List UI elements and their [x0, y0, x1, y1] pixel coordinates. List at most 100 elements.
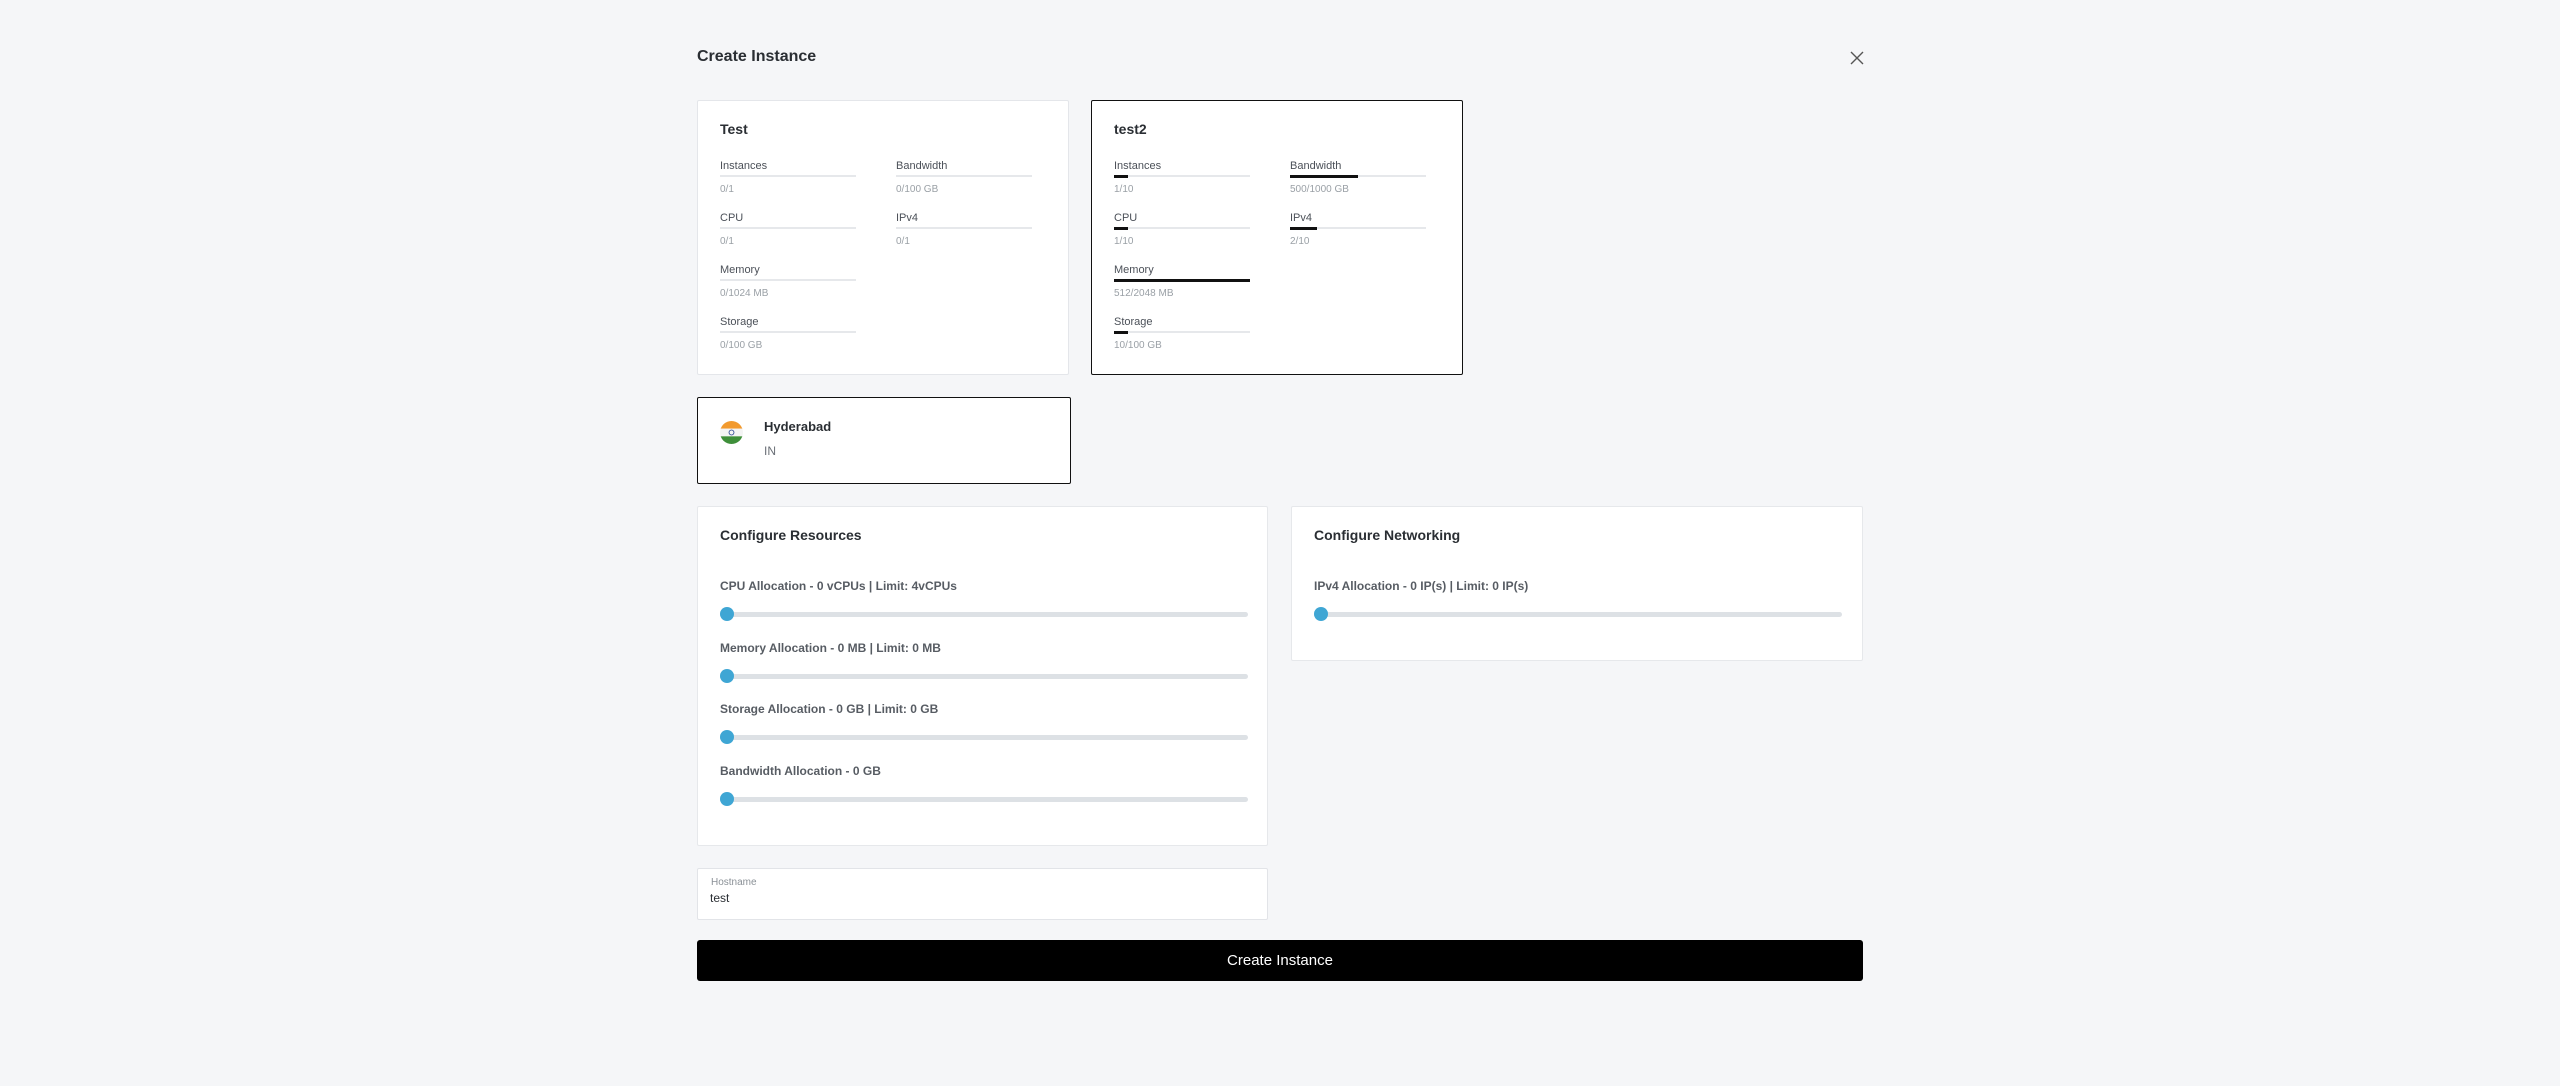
- bandwidth-allocation: Bandwidth Allocation - 0 GB: [720, 764, 1248, 806]
- slider-thumb[interactable]: [720, 607, 734, 621]
- plan-resource-ipv4: IPv4 2/10: [1290, 212, 1426, 247]
- plan-resource-instances: Instances 0/1: [720, 160, 856, 195]
- resource-value: 0/100 GB: [896, 184, 939, 195]
- slider-label: Storage Allocation - 0 GB | Limit: 0 GB: [720, 702, 939, 716]
- storage-allocation-slider[interactable]: [720, 730, 1248, 744]
- slider-track: [720, 612, 1248, 617]
- usage-bar-fill: [1114, 331, 1128, 334]
- resource-label: Memory: [720, 264, 760, 276]
- resource-value: 0/1: [720, 236, 734, 247]
- resource-label: Bandwidth: [896, 160, 948, 172]
- plan-list: Test Instances 0/1 Bandwidth 0/100 GB CP…: [697, 100, 1463, 375]
- plan-resource-bandwidth: Bandwidth 0/100 GB: [896, 160, 1032, 195]
- usage-bar-fill: [1114, 175, 1128, 178]
- slider-thumb[interactable]: [720, 730, 734, 744]
- cpu-allocation: CPU Allocation - 0 vCPUs | Limit: 4vCPUs: [720, 579, 1248, 621]
- close-button[interactable]: [1843, 44, 1871, 72]
- hostname-field[interactable]: Hostname: [697, 868, 1268, 920]
- resource-label: Storage: [720, 316, 759, 328]
- usage-bar: [1290, 227, 1426, 230]
- usage-bar: [1114, 331, 1250, 334]
- modal-header: Create Instance: [697, 40, 1864, 76]
- panel-title: Configure Networking: [1314, 527, 1461, 543]
- plan-resource-ipv4: IPv4 0/1: [896, 212, 1032, 247]
- bandwidth-allocation-slider[interactable]: [720, 792, 1248, 806]
- usage-bar: [720, 227, 856, 229]
- resource-value: 10/100 GB: [1114, 340, 1162, 351]
- slider-track: [720, 797, 1248, 802]
- slider-label: Bandwidth Allocation - 0 GB: [720, 764, 881, 778]
- usage-bar-fill: [1290, 175, 1358, 178]
- cpu-allocation-slider[interactable]: [720, 607, 1248, 621]
- usage-bar-fill: [1114, 279, 1250, 282]
- hostname-label: Hostname: [711, 877, 757, 888]
- usage-bar: [720, 175, 856, 177]
- plan-card-test[interactable]: Test Instances 0/1 Bandwidth 0/100 GB CP…: [697, 100, 1069, 375]
- resource-label: IPv4: [896, 212, 919, 224]
- configure-networking-panel: Configure Networking IPv4 Allocation - 0…: [1291, 506, 1863, 661]
- storage-allocation: Storage Allocation - 0 GB | Limit: 0 GB: [720, 702, 1248, 744]
- usage-bar: [896, 227, 1032, 229]
- resource-label: Instances: [720, 160, 768, 172]
- usage-bar: [720, 279, 856, 281]
- plan-resource-memory: Memory 0/1024 MB: [720, 264, 856, 299]
- slider-label: CPU Allocation - 0 vCPUs | Limit: 4vCPUs: [720, 579, 957, 593]
- slider-label: Memory Allocation - 0 MB | Limit: 0 MB: [720, 641, 941, 655]
- location-card-hyderabad[interactable]: Hyderabad IN: [697, 397, 1071, 484]
- slider-thumb[interactable]: [720, 669, 734, 683]
- resource-value: 500/1000 GB: [1290, 184, 1349, 195]
- resource-value: 0/1: [720, 184, 734, 195]
- ipv4-allocation-slider[interactable]: [1314, 607, 1842, 621]
- hostname-input[interactable]: [710, 891, 1250, 905]
- plan-resource-storage: Storage 10/100 GB: [1114, 316, 1250, 351]
- plan-name: test2: [1114, 121, 1147, 137]
- plan-card-test2[interactable]: test2 Instances 1/10 Bandwidth 500/1000 …: [1091, 100, 1463, 375]
- plan-resource-instances: Instances 1/10: [1114, 160, 1250, 195]
- memory-allocation-slider[interactable]: [720, 669, 1248, 683]
- slider-track: [720, 735, 1248, 740]
- resource-value: 512/2048 MB: [1114, 288, 1174, 299]
- resource-value: 0/100 GB: [720, 340, 763, 351]
- usage-bar: [720, 331, 856, 333]
- create-instance-modal: Create Instance Test Instances 0/1 Bandw…: [697, 40, 1864, 981]
- panel-title: Configure Resources: [720, 527, 862, 543]
- plan-resource-cpu: CPU 1/10: [1114, 212, 1250, 247]
- create-instance-button[interactable]: Create Instance: [697, 940, 1863, 981]
- usage-bar-fill: [1290, 227, 1318, 230]
- usage-bar: [1114, 279, 1250, 282]
- plan-resource-storage: Storage 0/100 GB: [720, 316, 856, 351]
- resource-label: Memory: [1114, 264, 1154, 276]
- usage-bar-fill: [1114, 227, 1128, 230]
- resource-label: CPU: [720, 212, 744, 224]
- resource-value: 0/1: [896, 236, 910, 247]
- location-name: Hyderabad: [764, 419, 832, 434]
- plan-resource-memory: Memory 512/2048 MB: [1114, 264, 1250, 299]
- close-icon: [1850, 51, 1864, 65]
- resource-label: CPU: [1114, 212, 1138, 224]
- plan-name: Test: [720, 121, 748, 137]
- resource-value: 1/10: [1114, 184, 1134, 195]
- slider-track: [720, 674, 1248, 679]
- slider-label: IPv4 Allocation - 0 IP(s) | Limit: 0 IP(…: [1314, 579, 1529, 593]
- resource-label: Instances: [1114, 160, 1162, 172]
- india-flag-icon: [720, 421, 743, 444]
- usage-bar: [1290, 175, 1426, 178]
- slider-thumb[interactable]: [1314, 607, 1328, 621]
- usage-bar: [896, 175, 1032, 177]
- modal-title: Create Instance: [697, 48, 817, 65]
- slider-thumb[interactable]: [720, 792, 734, 806]
- resource-value: 1/10: [1114, 236, 1134, 247]
- memory-allocation: Memory Allocation - 0 MB | Limit: 0 MB: [720, 641, 1248, 683]
- plan-resource-bandwidth: Bandwidth 500/1000 GB: [1290, 160, 1426, 195]
- usage-bar: [1114, 227, 1250, 230]
- resource-label: Bandwidth: [1290, 160, 1342, 172]
- resource-label: Storage: [1114, 316, 1153, 328]
- configure-resources-panel: Configure Resources CPU Allocation - 0 v…: [697, 506, 1268, 846]
- resource-value: 2/10: [1290, 236, 1310, 247]
- location-country-code: IN: [764, 444, 776, 458]
- resource-value: 0/1024 MB: [720, 288, 769, 299]
- ipv4-allocation: IPv4 Allocation - 0 IP(s) | Limit: 0 IP(…: [1314, 579, 1842, 621]
- slider-track: [1314, 612, 1842, 617]
- resource-label: IPv4: [1290, 212, 1313, 224]
- plan-resource-cpu: CPU 0/1: [720, 212, 856, 247]
